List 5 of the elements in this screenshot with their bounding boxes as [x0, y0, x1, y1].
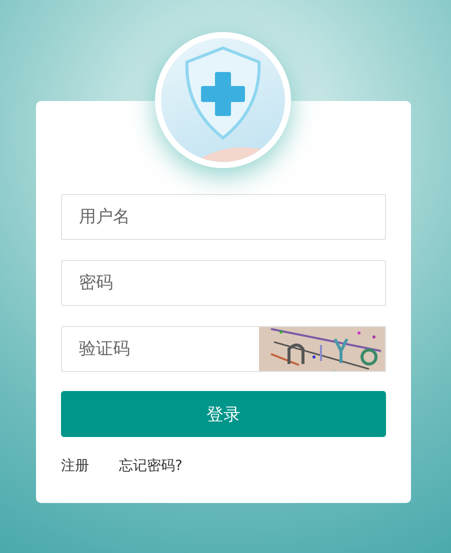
login-button[interactable]: 登录 [61, 391, 386, 437]
link[interactable]: 注册 [61, 457, 89, 475]
link[interactable]: 忘记密码? [119, 457, 182, 475]
password-field[interactable]: 密码 [61, 260, 386, 306]
username-field[interactable]: 用户名 [61, 194, 386, 240]
